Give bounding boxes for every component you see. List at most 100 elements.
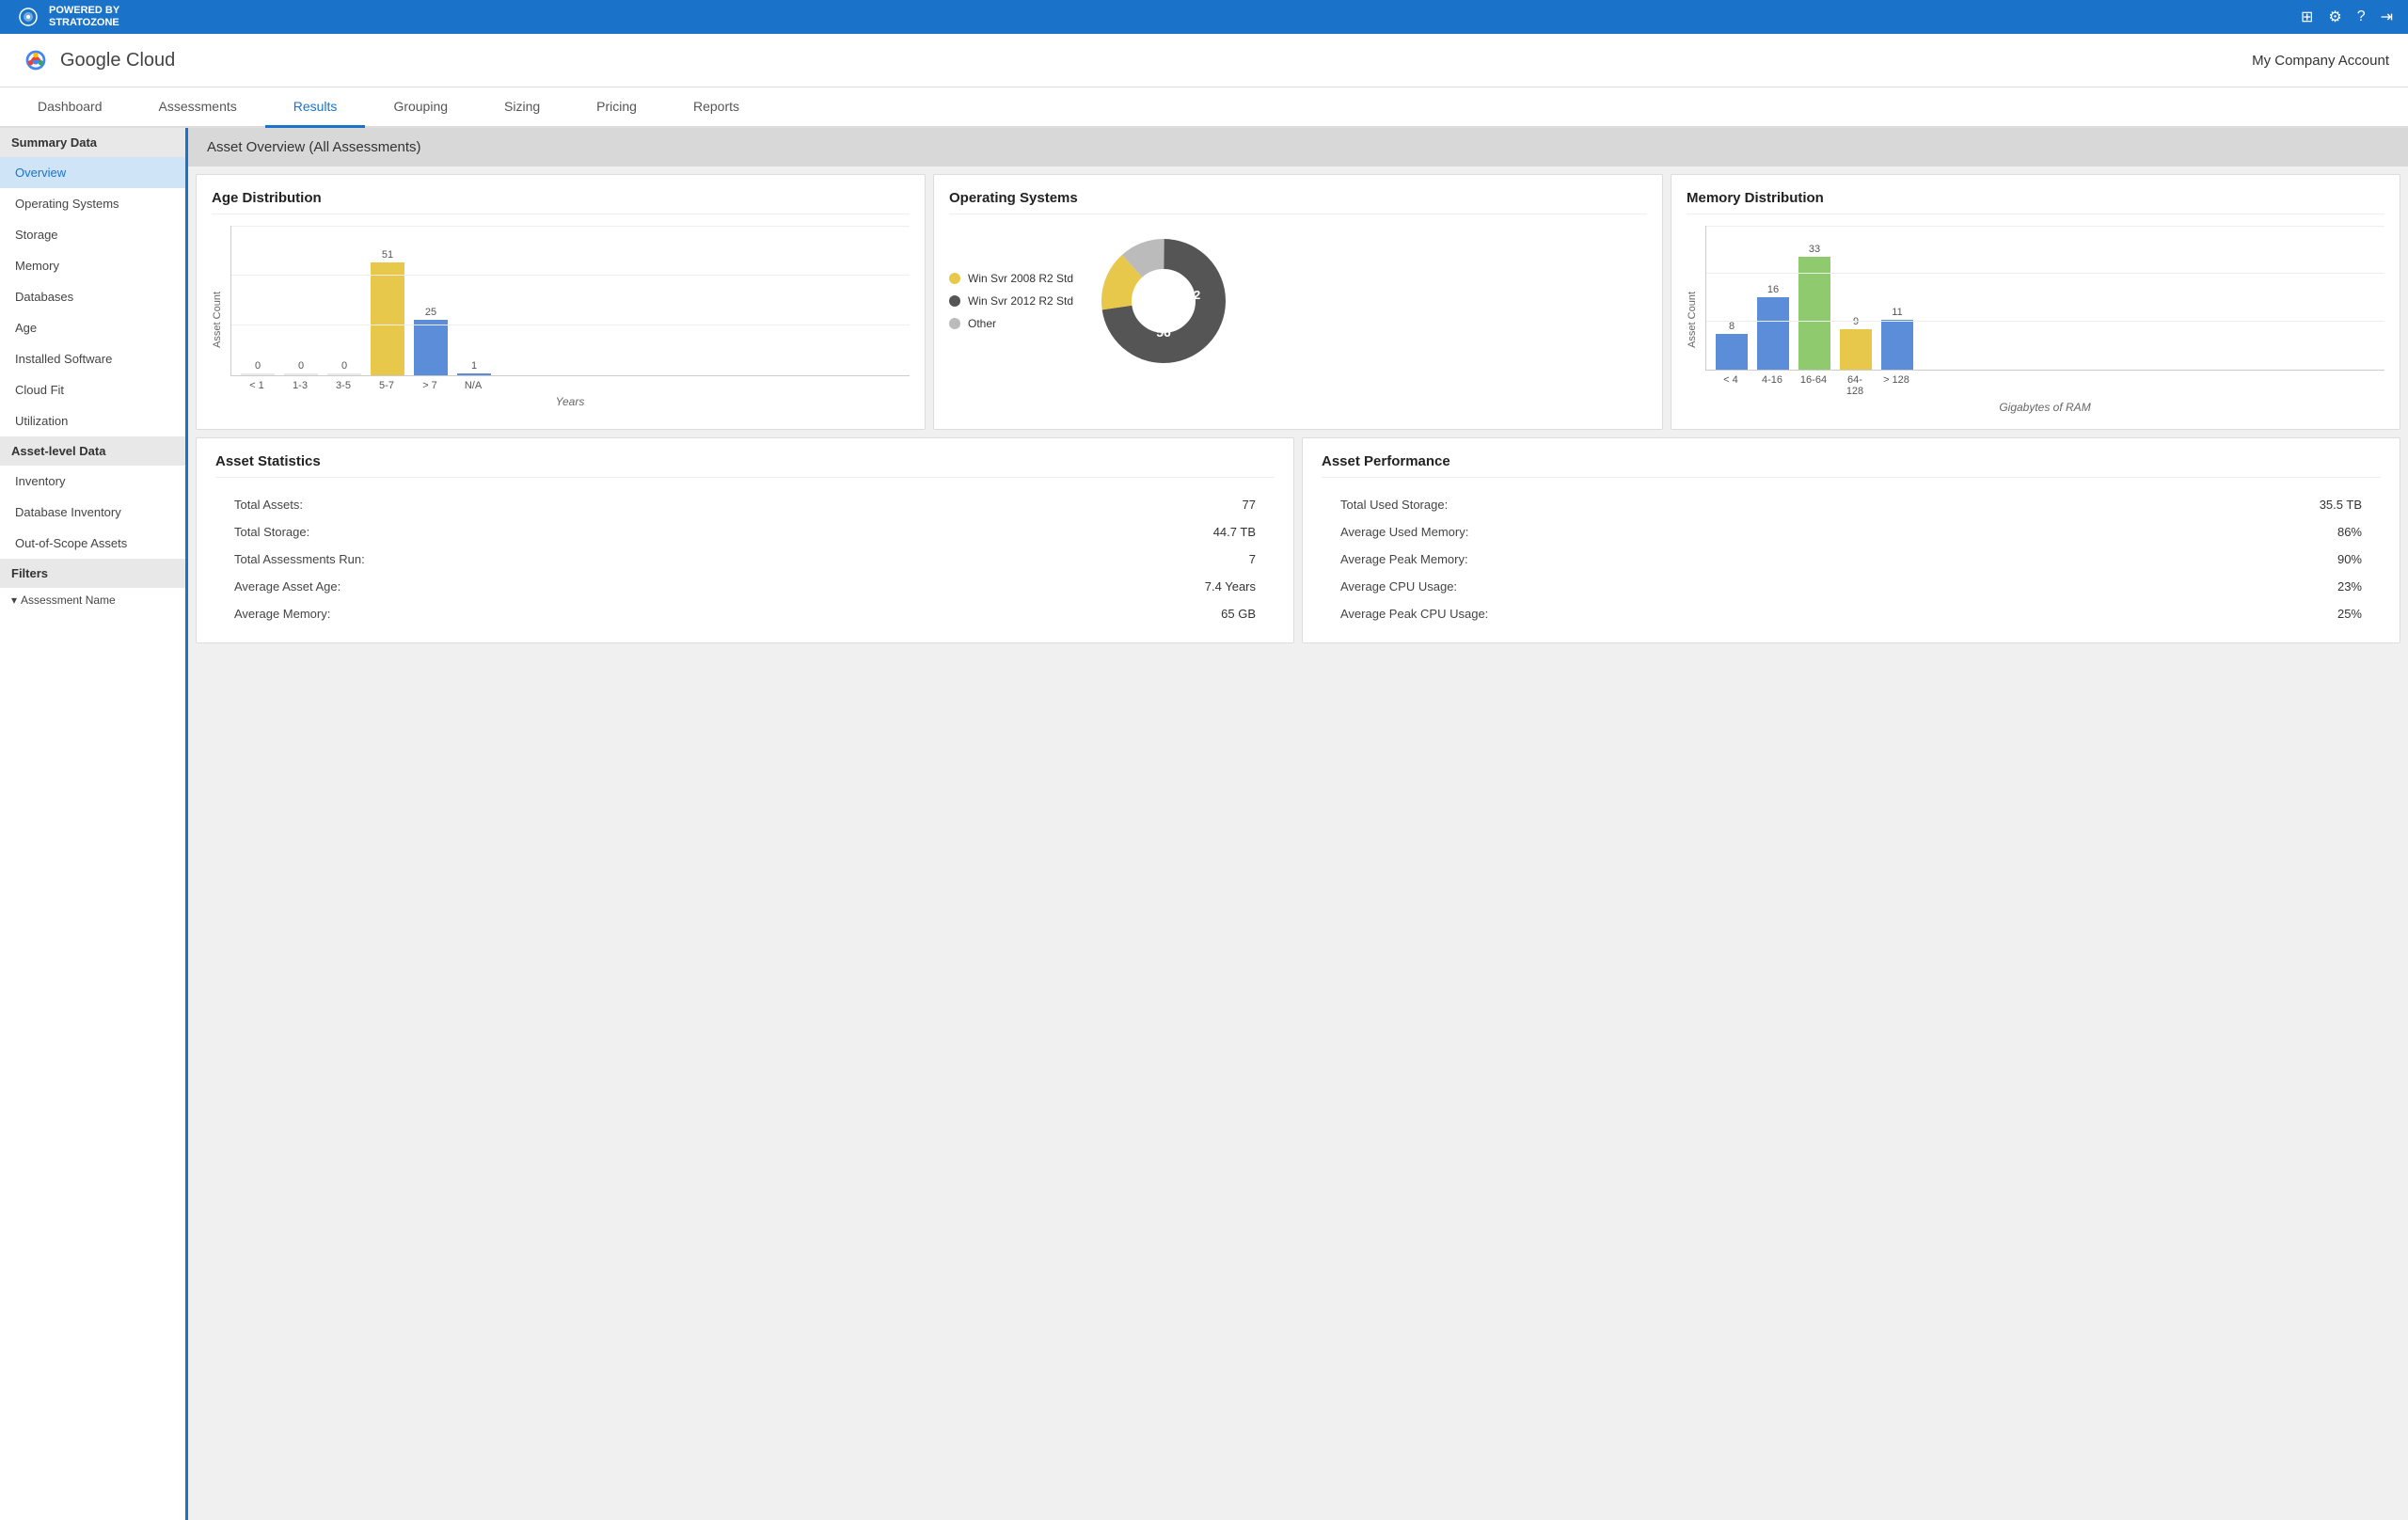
donut-chart: 9 12 56 — [1088, 226, 1239, 376]
bar-label-5-7: 5-7 — [370, 380, 404, 391]
mem-label-64-128: 64-128 — [1839, 374, 1871, 397]
svg-text:12: 12 — [1187, 288, 1200, 302]
filter-assessment-name[interactable]: ▾ Assessment Name — [0, 588, 185, 612]
age-distribution-card: Age Distribution Asset Count — [196, 174, 926, 430]
tab-grouping[interactable]: Grouping — [365, 87, 476, 128]
mem-bar-4-16: 16 — [1757, 284, 1789, 370]
os-legend-item-0: Win Svr 2008 R2 Std — [949, 272, 1073, 285]
bar-label-gt7: > 7 — [413, 380, 447, 391]
os-legend-item-1: Win Svr 2012 R2 Std — [949, 294, 1073, 308]
sidebar: Summary Data Overview Operating Systems … — [0, 128, 188, 1520]
mem-bar-16-64: 33 — [1798, 244, 1830, 370]
os-legend-dot-0 — [949, 273, 960, 284]
os-legend-dot-1 — [949, 295, 960, 307]
bar-gt7: 25 — [414, 307, 448, 375]
sidebar-item-inventory[interactable]: Inventory — [0, 466, 185, 497]
nav-tabs: Dashboard Assessments Results Grouping S… — [0, 87, 2408, 128]
perf-avg-cpu: Average CPU Usage: 23% — [1322, 573, 2381, 600]
tab-assessments[interactable]: Assessments — [131, 87, 265, 128]
bar-3-5: 0 — [327, 360, 361, 375]
account-name: My Company Account — [2252, 53, 2389, 69]
asset-statistics-card: Asset Statistics Total Assets: 77 Total … — [196, 437, 1294, 643]
os-legend-label-2: Other — [968, 317, 996, 330]
memory-title: Memory Distribution — [1687, 190, 2384, 214]
stat-total-storage: Total Storage: 44.7 TB — [215, 518, 1275, 546]
sidebar-item-databases[interactable]: Databases — [0, 281, 185, 312]
tab-reports[interactable]: Reports — [665, 87, 768, 128]
sidebar-item-overview[interactable]: Overview — [0, 157, 185, 188]
os-legend-label-0: Win Svr 2008 R2 Std — [968, 272, 1073, 285]
mem-bar-lt4: 8 — [1716, 321, 1748, 370]
age-x-axis-label: Years — [230, 395, 910, 408]
mem-label-gt128: > 128 — [1880, 374, 1912, 397]
asset-performance-title: Asset Performance — [1322, 453, 2381, 478]
stratozone-logo — [15, 4, 41, 30]
sidebar-item-memory[interactable]: Memory — [0, 250, 185, 281]
tab-pricing[interactable]: Pricing — [568, 87, 665, 128]
bar-5-7: 51 — [371, 249, 404, 375]
memory-distribution-card: Memory Distribution Asset Count — [1671, 174, 2400, 430]
help-icon[interactable]: ? — [2357, 8, 2366, 25]
content-area: Asset Overview (All Assessments) Age Dis… — [188, 128, 2408, 1520]
header: Google Cloud My Company Account — [0, 34, 2408, 87]
tab-results[interactable]: Results — [265, 87, 366, 128]
asset-section-header: Asset-level Data — [0, 436, 185, 466]
perf-total-used-storage: Total Used Storage: 35.5 TB — [1322, 491, 2381, 518]
bar-label-na: N/A — [456, 380, 490, 391]
stat-total-assessments: Total Assessments Run: 7 — [215, 546, 1275, 573]
sidebar-item-installed-software[interactable]: Installed Software — [0, 343, 185, 374]
sidebar-item-cloud-fit[interactable]: Cloud Fit — [0, 374, 185, 405]
brand-text: POWERED BY STRATOZONE — [49, 5, 119, 29]
filter-chevron-icon: ▾ — [11, 594, 17, 607]
perf-avg-peak-memory: Average Peak Memory: 90% — [1322, 546, 2381, 573]
sidebar-item-out-of-scope[interactable]: Out-of-Scope Assets — [0, 528, 185, 559]
sidebar-item-age[interactable]: Age — [0, 312, 185, 343]
age-distribution-title: Age Distribution — [212, 190, 910, 214]
svg-text:9: 9 — [1161, 267, 1167, 280]
company-name: Google Cloud — [60, 50, 175, 71]
mem-label-16-64: 16-64 — [1798, 374, 1830, 397]
mem-label-4-16: 4-16 — [1756, 374, 1788, 397]
perf-avg-used-memory: Average Used Memory: 86% — [1322, 518, 2381, 546]
page-title: Asset Overview (All Assessments) — [188, 128, 2408, 166]
grid-icon[interactable]: ⊞ — [2301, 8, 2313, 26]
stat-total-assets: Total Assets: 77 — [215, 491, 1275, 518]
sidebar-item-storage[interactable]: Storage — [0, 219, 185, 250]
os-legend: Win Svr 2008 R2 Std Win Svr 2012 R2 Std … — [949, 272, 1073, 330]
sidebar-item-utilization[interactable]: Utilization — [0, 405, 185, 436]
bar-1-3: 0 — [284, 360, 318, 375]
bar-label-1-3: 1-3 — [283, 380, 317, 391]
age-y-axis-label: Asset Count — [212, 292, 223, 348]
memory-x-axis-label: Gigabytes of RAM — [1705, 401, 2384, 414]
tab-dashboard[interactable]: Dashboard — [9, 87, 131, 128]
bar-label-3-5: 3-5 — [326, 380, 360, 391]
os-legend-dot-2 — [949, 318, 960, 329]
sidebar-item-operating-systems[interactable]: Operating Systems — [0, 188, 185, 219]
os-legend-item-2: Other — [949, 317, 1073, 330]
os-title: Operating Systems — [949, 190, 1647, 214]
google-cloud-logo: Google Cloud — [19, 43, 175, 77]
gc-icon — [19, 43, 53, 77]
stat-avg-age: Average Asset Age: 7.4 Years — [215, 573, 1275, 600]
charts-row: Age Distribution Asset Count — [188, 166, 2408, 437]
bar-na: 1 — [457, 360, 491, 375]
tab-sizing[interactable]: Sizing — [476, 87, 568, 128]
memory-y-axis-label: Asset Count — [1687, 292, 1698, 348]
asset-statistics-title: Asset Statistics — [215, 453, 1275, 478]
summary-section-header: Summary Data — [0, 128, 185, 157]
mem-bar-64-128: 9 — [1840, 316, 1872, 370]
brand-logo: POWERED BY STRATOZONE — [15, 4, 119, 30]
svg-text:56: 56 — [1156, 325, 1171, 340]
os-legend-label-1: Win Svr 2012 R2 Std — [968, 294, 1073, 308]
filters-section-header: Filters — [0, 559, 185, 588]
stats-row: Asset Statistics Total Assets: 77 Total … — [188, 437, 2408, 651]
operating-systems-card: Operating Systems Win Svr 2008 R2 Std Wi… — [933, 174, 1663, 430]
sidebar-item-database-inventory[interactable]: Database Inventory — [0, 497, 185, 528]
bar-lt1: 0 — [241, 360, 275, 375]
asset-performance-card: Asset Performance Total Used Storage: 35… — [1302, 437, 2400, 643]
os-chart: Win Svr 2008 R2 Std Win Svr 2012 R2 Std … — [949, 226, 1647, 376]
perf-avg-peak-cpu: Average Peak CPU Usage: 25% — [1322, 600, 2381, 627]
settings-icon[interactable]: ⚙ — [2328, 8, 2341, 26]
logout-icon[interactable]: ⇥ — [2381, 8, 2393, 26]
main-layout: Summary Data Overview Operating Systems … — [0, 128, 2408, 1520]
